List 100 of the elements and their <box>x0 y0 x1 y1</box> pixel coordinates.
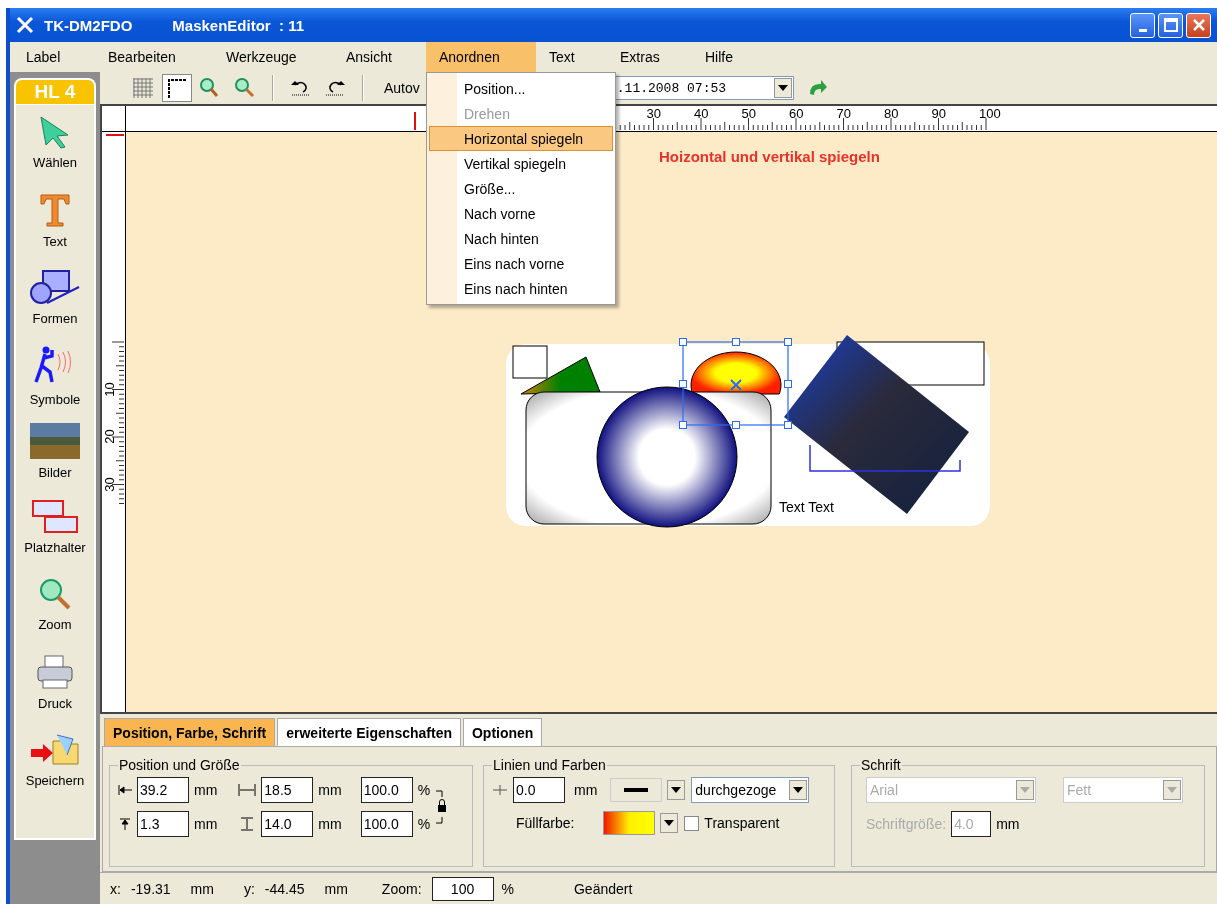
checkbox-label: Transparent <box>704 815 780 831</box>
unit-label: mm <box>996 816 1020 832</box>
status-text: Geändert <box>574 880 633 897</box>
tab[interactable]: Optionen <box>463 718 543 746</box>
menu-option[interactable]: Eins nach vorne <box>429 251 613 276</box>
search-icon <box>234 77 256 99</box>
selection-frame[interactable] <box>679 338 792 429</box>
menu-item[interactable]: Hilfe <box>692 42 762 72</box>
position-field[interactable]: 39.2 <box>137 777 189 803</box>
tool-button[interactable]: Druck <box>16 650 94 727</box>
unit-label: mm <box>318 816 342 832</box>
size-field[interactable]: 18.5 <box>261 777 314 803</box>
photo-placeholder <box>30 423 80 459</box>
menu-item[interactable]: Werkzeuge <box>213 42 333 72</box>
caret-icon <box>664 820 675 826</box>
ruler-frame-icon <box>166 77 188 99</box>
tool-button[interactable]: Speichern <box>16 727 94 804</box>
dropdown-button[interactable] <box>667 780 686 800</box>
window-subtitle: MaskenEditor : 11 <box>172 16 305 34</box>
caret-icon <box>777 85 788 91</box>
dropdown-button[interactable] <box>660 813 679 833</box>
tab[interactable]: Position, Farbe, Schrift <box>104 718 276 746</box>
unit-label: % <box>417 782 431 798</box>
menu-option[interactable]: Vertikal spiegeln <box>429 151 613 176</box>
menu-item[interactable]: Label <box>13 42 95 72</box>
square-shape[interactable] <box>512 345 548 379</box>
scale-field[interactable]: 100.0 <box>360 811 413 837</box>
date-combo[interactable]: .11.2008 07:53 <box>613 76 794 100</box>
size-field[interactable]: 14.0 <box>261 811 314 837</box>
status-value: -44.45 <box>264 880 305 897</box>
text-object[interactable]: Text Text <box>779 499 834 515</box>
minimize-button[interactable] <box>1130 12 1155 38</box>
ruler-label: 60 <box>789 107 804 120</box>
ruler-label: 90 <box>931 107 946 120</box>
fill-color-swatch[interactable] <box>603 811 656 835</box>
unit-label: mm <box>194 782 218 798</box>
toolbar-label: Autov <box>384 80 420 96</box>
unit-label: mm <box>318 782 342 798</box>
tool-button[interactable]: Wählen <box>16 111 94 188</box>
line-sample[interactable] <box>610 778 663 802</box>
printer-icon <box>35 654 75 690</box>
ruler-label: 40 <box>694 107 709 120</box>
undo-icon <box>290 79 312 97</box>
caret-icon <box>793 787 804 793</box>
ruler-label: 30 <box>646 107 661 120</box>
placeholder-tag-icon <box>31 500 79 534</box>
tool-button[interactable]: Formen <box>16 265 94 342</box>
up-arrow-icon <box>118 818 132 830</box>
cursor-marker <box>106 134 124 136</box>
menu-option[interactable]: Horizontal spiegeln <box>429 126 613 151</box>
line-width-field[interactable]: 0.0 <box>513 777 565 803</box>
fill-label: Füllfarbe: <box>516 815 575 831</box>
magnifier-icon <box>38 577 72 611</box>
status-unit: mm <box>324 880 348 897</box>
menu-option[interactable]: Eins nach hinten <box>429 276 613 301</box>
window-title: TK-DM2FDO <box>44 16 133 34</box>
menu-item[interactable]: Anordnen <box>426 42 536 72</box>
checkbox[interactable] <box>684 815 700 831</box>
width-arrow-icon <box>238 783 257 797</box>
unit-label: mm <box>194 816 218 832</box>
tool-button[interactable]: Bilder <box>16 419 94 496</box>
ruler-label: 70 <box>836 107 851 120</box>
dropdown-button[interactable] <box>773 78 792 98</box>
lens-circle-shape[interactable] <box>596 386 738 528</box>
scale-field[interactable]: 100.0 <box>360 777 413 803</box>
canvas-heading: Hoizontal und vertikal spiegeln <box>659 148 880 165</box>
ruler-label: 80 <box>884 107 899 120</box>
menu-item[interactable]: Extras <box>607 42 692 72</box>
unit-label: % <box>417 816 431 832</box>
zoom-field[interactable]: 100 <box>431 876 494 901</box>
unit-label: mm <box>574 782 598 798</box>
shapes-icon <box>29 269 81 305</box>
menu-item[interactable]: Bearbeiten <box>95 42 213 72</box>
status-unit: % <box>501 880 514 897</box>
menu-option[interactable]: Nach vorne <box>429 201 613 226</box>
menu-item[interactable]: Ansicht <box>333 42 426 72</box>
tool-button[interactable]: Platzhalter <box>16 496 94 573</box>
line-style-select[interactable]: durchgezoge <box>691 777 810 803</box>
menu-option[interactable]: Position... <box>429 76 613 101</box>
tool-button[interactable]: Text <box>16 188 94 265</box>
group-title: Position und Größe <box>118 757 241 773</box>
close-icon <box>1191 18 1206 32</box>
maximize-icon <box>1163 18 1178 32</box>
center-cross-icon <box>730 379 742 391</box>
caret-icon <box>1020 787 1030 793</box>
tool-button[interactable]: Symbole <box>16 342 94 419</box>
cursor-marker <box>414 112 416 130</box>
tool-button[interactable]: Zoom <box>16 573 94 650</box>
dropdown-button[interactable] <box>789 780 808 800</box>
menu-option[interactable]: Nach hinten <box>429 226 613 251</box>
position-field[interactable]: 1.3 <box>137 811 189 837</box>
menu-item[interactable]: Text <box>536 42 607 72</box>
close-button[interactable] <box>1186 12 1211 38</box>
menu-option[interactable]: Größe... <box>429 176 613 201</box>
status-value: -19.31 <box>130 880 171 897</box>
tab[interactable]: erweiterte Eigenschaften <box>277 718 461 746</box>
toolbar-button[interactable] <box>162 74 192 102</box>
ruler-label: 50 <box>741 107 756 120</box>
maximize-button[interactable] <box>1158 12 1183 38</box>
caret-icon <box>1167 787 1177 793</box>
